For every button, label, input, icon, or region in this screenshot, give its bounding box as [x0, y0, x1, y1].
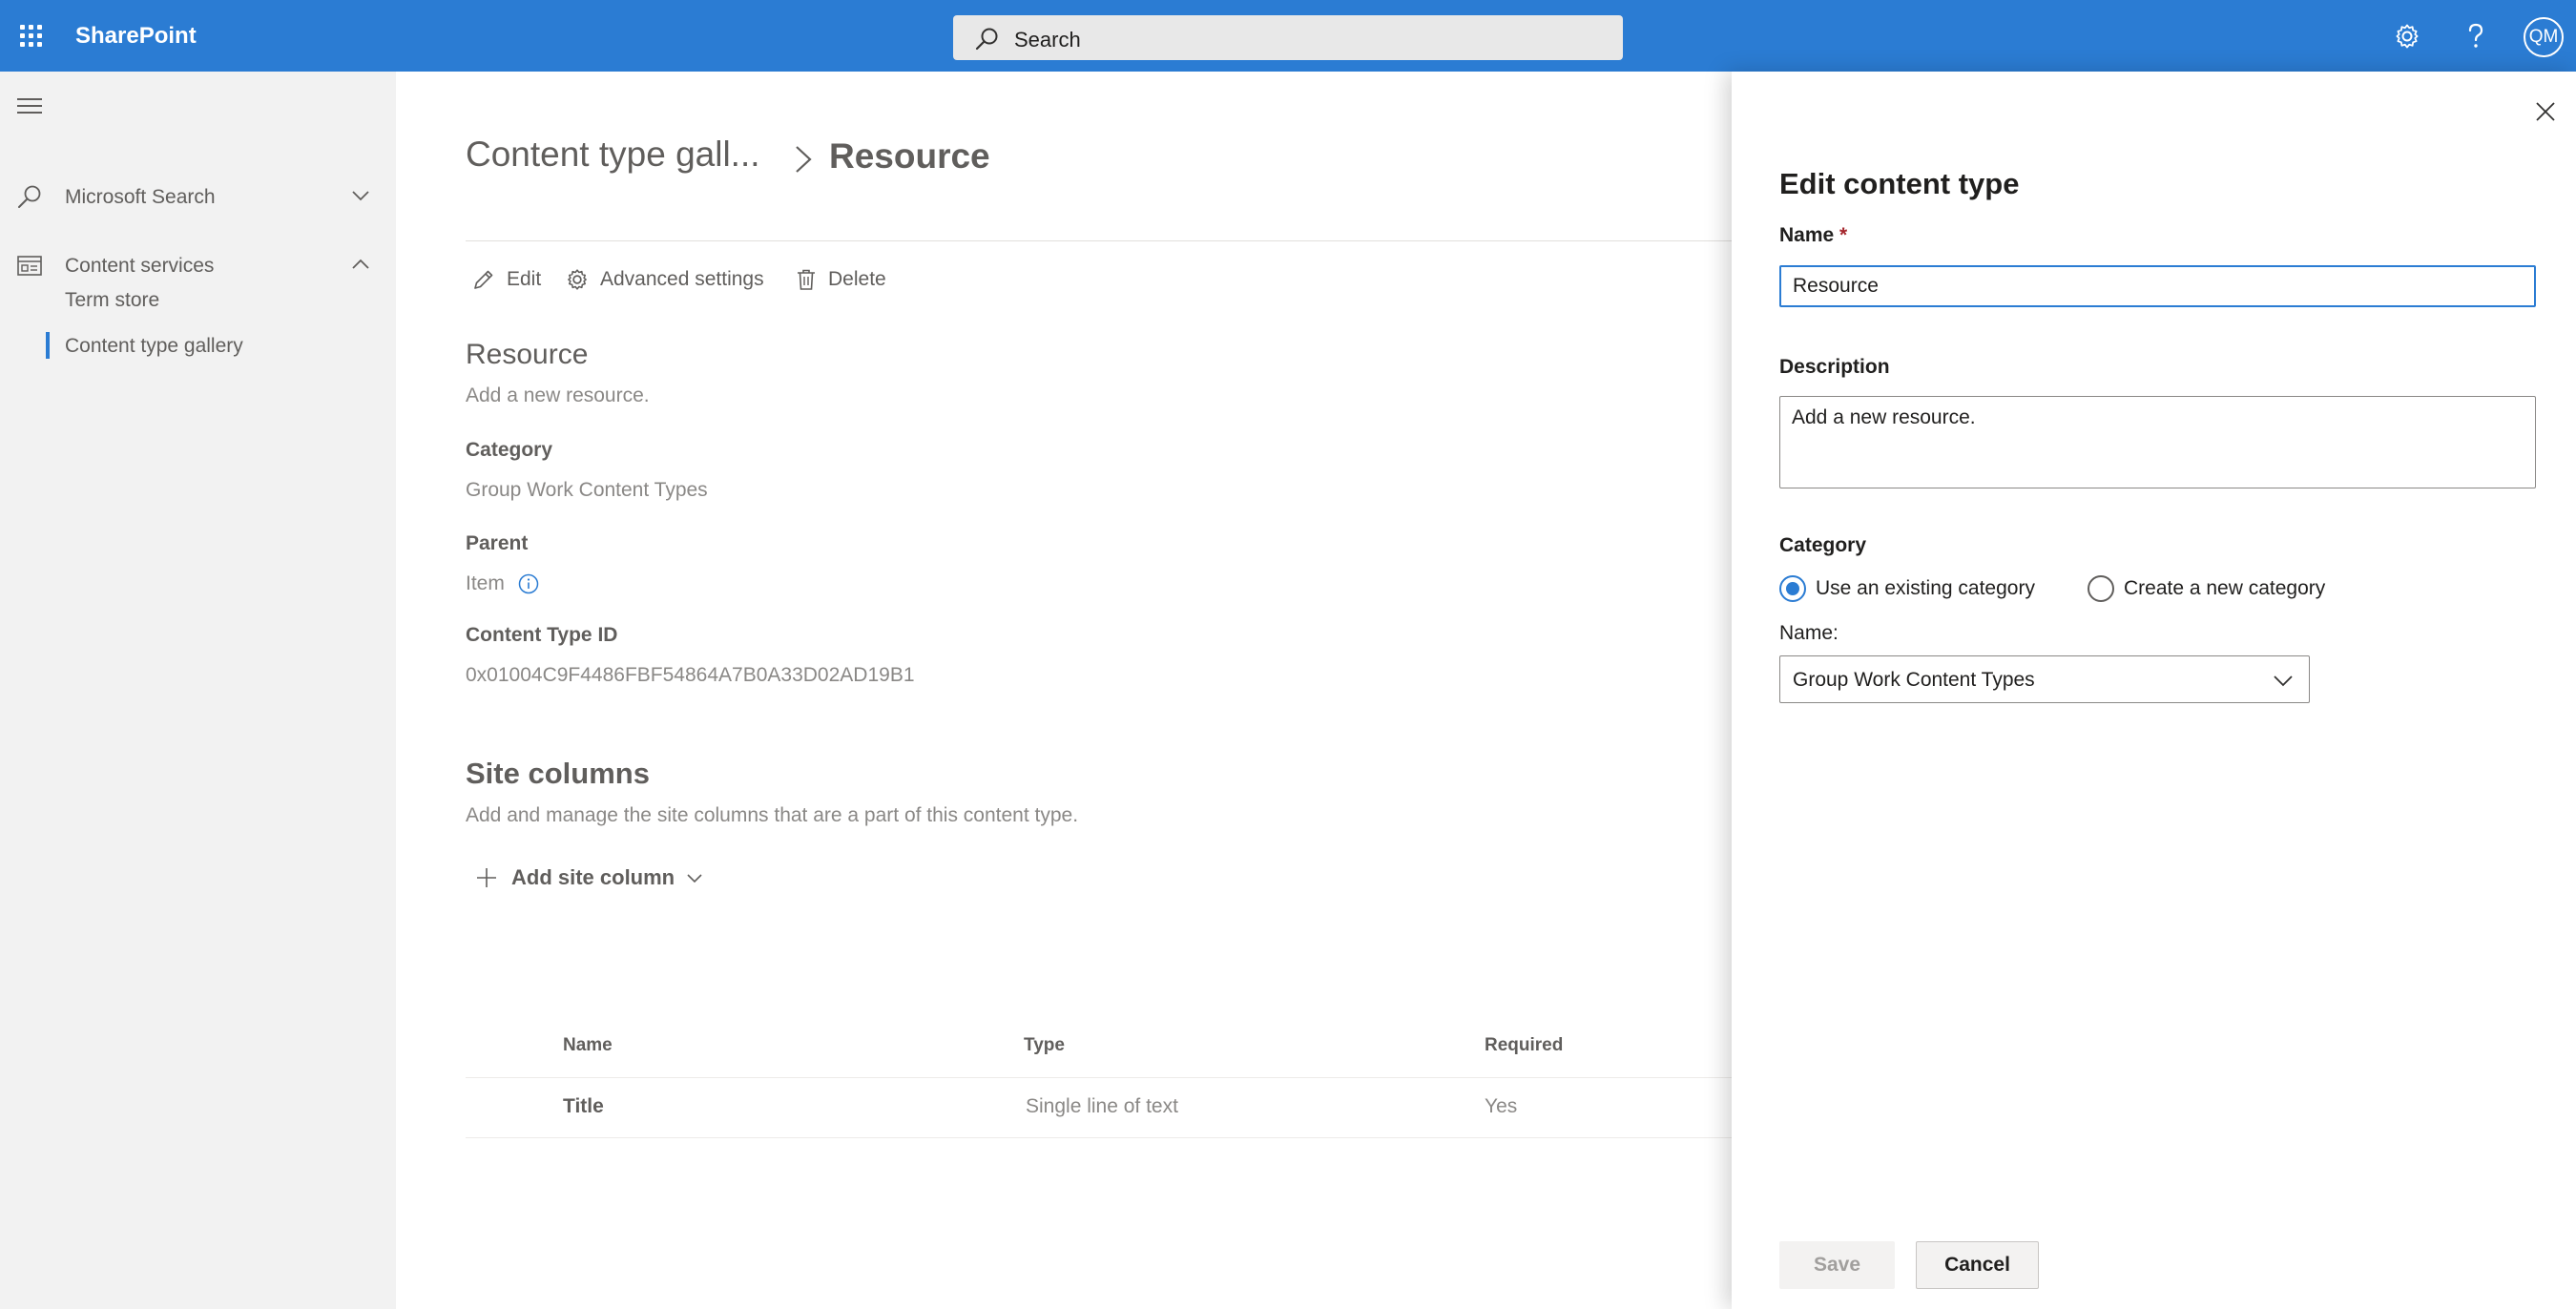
- parent-value: Item: [466, 572, 505, 594]
- plus-icon: [477, 868, 496, 887]
- edit-content-type-panel: Edit content type Name * Description Add…: [1732, 72, 2576, 1309]
- breadcrumb-parent[interactable]: Content type gall...: [466, 135, 760, 175]
- search-icon: [975, 28, 998, 51]
- content-type-id-value: 0x01004C9F4486FBF54864A7B0A33D02AD19B1: [466, 664, 915, 686]
- category-dropdown[interactable]: Group Work Content Types: [1779, 655, 2310, 703]
- name-field-label: Name *: [1779, 224, 1847, 247]
- advanced-settings-label: Advanced settings: [600, 268, 764, 290]
- advanced-settings-command[interactable]: Advanced settings: [566, 259, 764, 301]
- close-icon: [2536, 102, 2555, 121]
- nav-item-microsoft-search[interactable]: Microsoft Search: [0, 174, 396, 219]
- edit-label: Edit: [507, 268, 542, 290]
- category-value: Group Work Content Types: [466, 479, 708, 501]
- chevron-down-icon: [2274, 675, 2293, 687]
- panel-title: Edit content type: [1779, 167, 2020, 200]
- gear-icon: [568, 269, 587, 290]
- radio-existing-category[interactable]: Use an existing category: [1779, 575, 2035, 602]
- nav-item-label: Microsoft Search: [65, 186, 216, 208]
- delete-command[interactable]: Delete: [796, 259, 886, 301]
- radio-button-selected[interactable]: [1779, 575, 1806, 602]
- name-input[interactable]: [1779, 265, 2536, 307]
- site-columns-heading: Site columns: [466, 757, 650, 790]
- search-icon: [18, 185, 41, 208]
- breadcrumb-current: Resource: [829, 136, 990, 176]
- radio-button-unselected[interactable]: [2088, 575, 2114, 602]
- category-dropdown-value: Group Work Content Types: [1793, 669, 2035, 691]
- description-textarea[interactable]: Add a new resource.: [1779, 396, 2536, 488]
- add-site-column-label: Add site column: [511, 865, 675, 889]
- column-header-type[interactable]: Type: [1024, 1035, 1065, 1056]
- site-columns-description: Add and manage the site columns that are…: [466, 804, 1079, 826]
- row-divider: [466, 1137, 1735, 1138]
- left-navigation: Microsoft Search Content services Term s…: [0, 72, 396, 1309]
- chevron-down-icon: [687, 874, 702, 883]
- chevron-down-icon: [352, 191, 369, 201]
- hamburger-menu-icon[interactable]: [17, 98, 42, 118]
- nav-subitem-content-type-gallery[interactable]: Content type gallery: [65, 335, 243, 358]
- pencil-icon: [474, 270, 493, 289]
- gear-icon[interactable]: [2390, 19, 2424, 53]
- name-label-text: Name: [1779, 224, 1835, 246]
- content-type-description: Add a new resource.: [466, 384, 650, 406]
- app-launcher-icon[interactable]: [13, 15, 48, 55]
- info-icon[interactable]: [518, 573, 539, 594]
- brand-name[interactable]: SharePoint: [75, 23, 197, 50]
- trash-icon: [798, 269, 815, 290]
- category-label: Category: [466, 439, 553, 461]
- add-site-column-button[interactable]: Add site column: [475, 859, 703, 897]
- chevron-up-icon: [352, 259, 369, 269]
- required-indicator: *: [1839, 224, 1848, 246]
- selected-indicator: [46, 332, 50, 359]
- parent-value-row: Item: [466, 572, 539, 595]
- radio-existing-label: Use an existing category: [1816, 577, 2035, 599]
- user-avatar[interactable]: QM: [2524, 17, 2564, 57]
- nav-subitem-term-store[interactable]: Term store: [65, 289, 159, 312]
- search-box[interactable]: Search: [953, 15, 1623, 60]
- parent-label: Parent: [466, 532, 529, 554]
- content-type-name: Resource: [466, 339, 589, 370]
- row-type-cell: Single line of text: [1026, 1095, 1178, 1117]
- category-field-label: Category: [1779, 534, 1867, 556]
- edit-command[interactable]: Edit: [472, 259, 541, 301]
- radio-new-label: Create a new category: [2124, 577, 2326, 599]
- row-name-cell[interactable]: Title: [563, 1095, 604, 1118]
- column-header-required[interactable]: Required: [1485, 1035, 1563, 1056]
- nav-item-content-services[interactable]: Content services: [0, 242, 396, 288]
- radio-new-category[interactable]: Create a new category: [2088, 575, 2325, 602]
- description-field-label: Description: [1779, 356, 1890, 378]
- cancel-button[interactable]: Cancel: [1916, 1241, 2039, 1289]
- chevron-right-icon: [796, 146, 812, 173]
- save-button[interactable]: Save: [1779, 1241, 1895, 1289]
- content-type-id-label: Content Type ID: [466, 624, 618, 646]
- suite-bar: SharePoint Search QM: [0, 0, 2576, 72]
- main-content: Content type gall... Resource Edit Advan…: [396, 72, 1735, 1309]
- delete-label: Delete: [828, 268, 886, 290]
- nav-item-label: Content services: [65, 255, 215, 277]
- column-header-name[interactable]: Name: [563, 1035, 613, 1056]
- header-divider: [466, 240, 1735, 241]
- close-panel-button[interactable]: [2528, 94, 2563, 129]
- help-icon[interactable]: [2459, 19, 2493, 53]
- header-row-divider: [466, 1077, 1735, 1078]
- search-placeholder: Search: [1014, 28, 1081, 52]
- content-services-icon: [17, 256, 42, 276]
- row-required-cell: Yes: [1485, 1095, 1518, 1117]
- category-name-label: Name:: [1779, 622, 1839, 644]
